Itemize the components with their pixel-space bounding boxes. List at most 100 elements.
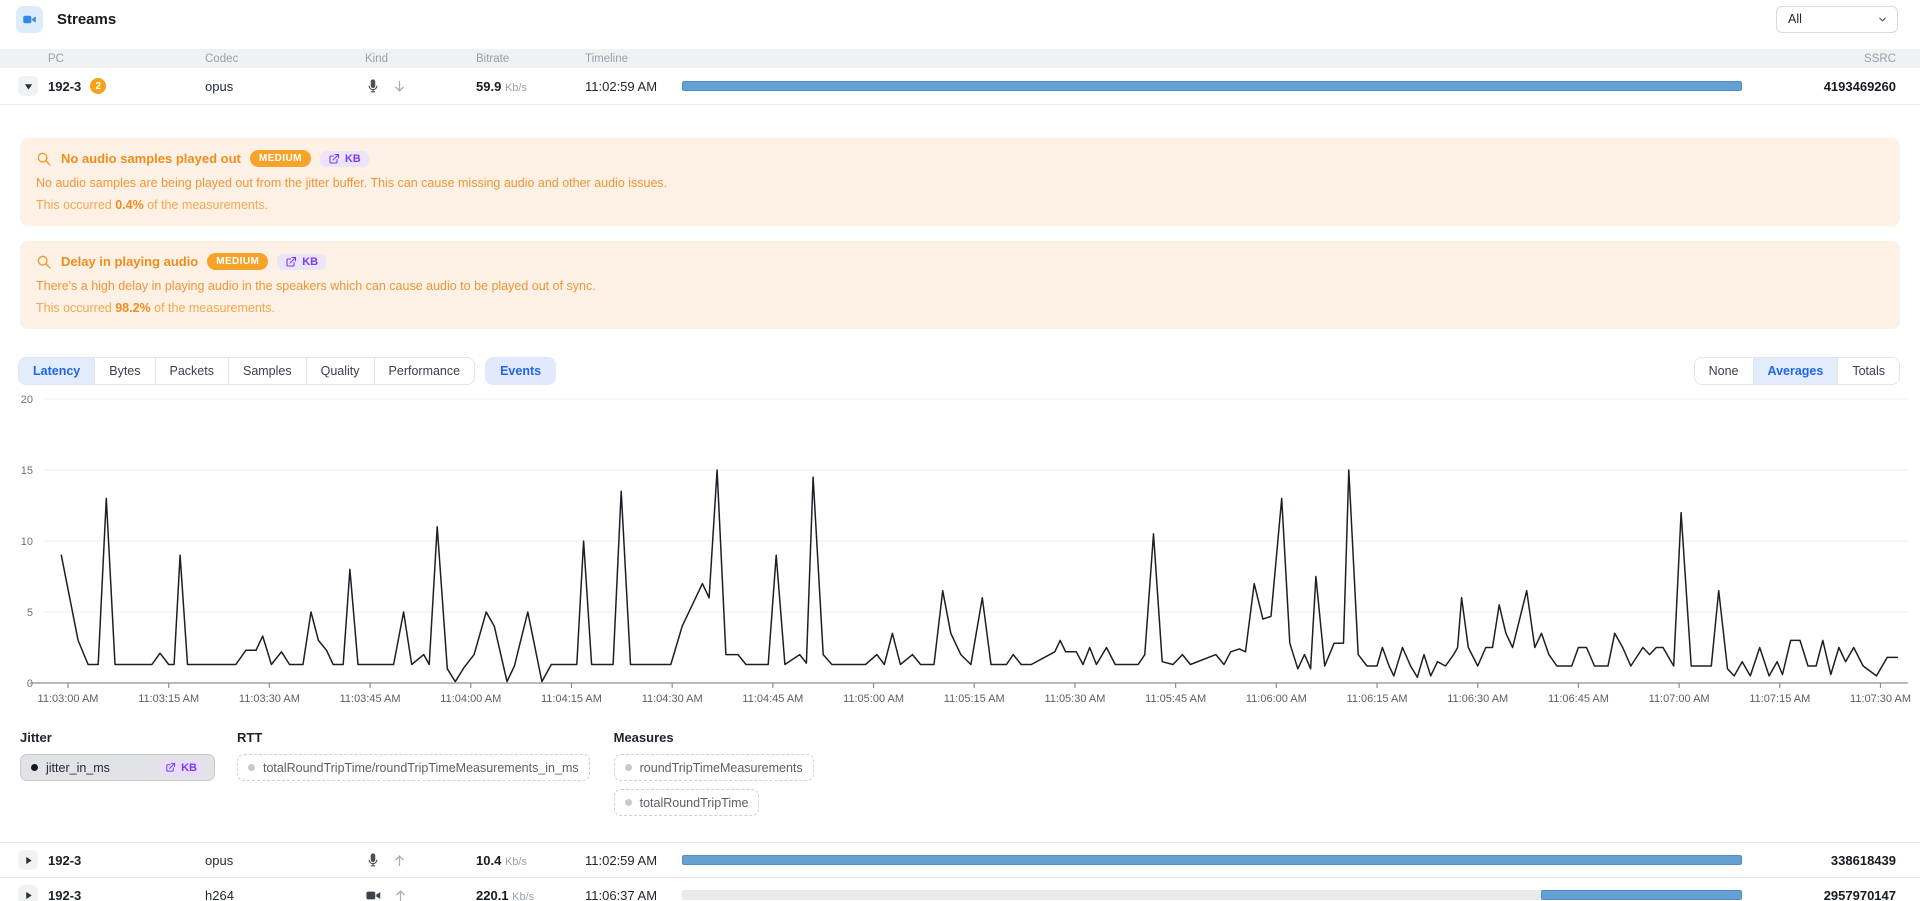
kb-link[interactable]: KB xyxy=(158,760,204,776)
issue-card-no-audio-samples: No audio samples played out MEDIUM KB No… xyxy=(20,138,1900,226)
arrow-up-icon xyxy=(392,853,407,868)
arrow-up-icon xyxy=(393,888,408,901)
legend-chip-total-round-trip-time-ratio[interactable]: totalRoundTripTime/roundTripTimeMeasurem… xyxy=(237,754,590,781)
svg-text:11:03:15 AM: 11:03:15 AM xyxy=(138,693,199,705)
kb-link-label: KB xyxy=(181,762,197,774)
issue-title: Delay in playing audio xyxy=(61,254,198,269)
share-icon xyxy=(165,762,176,773)
events-toggle-button[interactable]: Events xyxy=(485,357,556,385)
microphone-icon xyxy=(365,78,381,94)
tab-packets[interactable]: Packets xyxy=(155,358,228,384)
legend-chip-round-trip-time-measurements[interactable]: roundTripTimeMeasurements xyxy=(614,754,814,781)
svg-text:11:03:30 AM: 11:03:30 AM xyxy=(239,693,300,705)
kb-link-label: KB xyxy=(302,256,318,268)
codec-label: opus xyxy=(205,853,365,868)
issue-description: There's a high delay in playing audio in… xyxy=(36,278,1882,294)
svg-text:11:06:30 AM: 11:06:30 AM xyxy=(1447,693,1508,705)
occurrence-percent: 0.4% xyxy=(115,198,144,212)
svg-text:11:05:00 AM: 11:05:00 AM xyxy=(843,693,904,705)
share-icon xyxy=(285,256,297,268)
timeline-start-time: 11:06:37 AM xyxy=(585,888,682,901)
issue-occurrence: This occurred 0.4% of the measurements. xyxy=(36,197,1882,213)
codec-label: opus xyxy=(205,79,365,94)
table-header: PC Codec Kind Bitrate Timeline SSRC xyxy=(0,49,1920,68)
pc-label: 192-3 xyxy=(48,79,81,94)
toggle-averages[interactable]: Averages xyxy=(1753,358,1838,384)
bitrate-unit: Kb/s xyxy=(512,891,534,901)
legend-chip-total-round-trip-time[interactable]: totalRoundTripTime xyxy=(614,789,760,816)
timeline-bar xyxy=(682,890,1742,900)
series-dot xyxy=(31,764,38,771)
severity-badge: MEDIUM xyxy=(250,150,311,167)
stream-row[interactable]: 192-3 h264 220.1 Kb/s 11:06:37 AM 295797… xyxy=(0,878,1920,901)
legend-group-jitter: Jitter jitter_in_ms KB xyxy=(20,730,215,781)
toggle-none[interactable]: None xyxy=(1695,358,1753,384)
arrow-down-icon xyxy=(392,79,407,94)
stream-filter-value: All xyxy=(1788,12,1802,26)
expand-row-button[interactable] xyxy=(18,850,38,870)
svg-text:11:04:15 AM: 11:04:15 AM xyxy=(541,693,602,705)
pc-label: 192-3 xyxy=(48,853,81,868)
issue-description: No audio samples are being played out fr… xyxy=(36,175,1882,191)
svg-text:0: 0 xyxy=(27,678,33,690)
legend-heading-jitter: Jitter xyxy=(20,730,215,745)
aggregate-toggle: NoneAveragesTotals xyxy=(1694,357,1900,385)
legend-chip-label: totalRoundTripTime/roundTripTimeMeasurem… xyxy=(263,761,579,775)
svg-text:11:05:45 AM: 11:05:45 AM xyxy=(1145,693,1206,705)
svg-text:11:03:45 AM: 11:03:45 AM xyxy=(340,693,401,705)
page-title: Streams xyxy=(57,11,116,28)
svg-text:11:04:45 AM: 11:04:45 AM xyxy=(742,693,803,705)
video-camera-icon xyxy=(365,887,382,901)
svg-text:11:06:00 AM: 11:06:00 AM xyxy=(1246,693,1307,705)
column-header-pc: PC xyxy=(48,53,205,65)
tab-quality[interactable]: Quality xyxy=(306,358,374,384)
bitrate-value: 10.4 xyxy=(476,853,501,868)
column-header-ssrc: SSRC xyxy=(1742,53,1896,65)
magnifier-icon xyxy=(36,254,52,270)
svg-text:11:07:30 AM: 11:07:30 AM xyxy=(1850,693,1911,705)
legend-chip-jitter-in-ms[interactable]: jitter_in_ms KB xyxy=(20,754,215,781)
microphone-icon xyxy=(365,852,381,868)
column-header-timeline: Timeline xyxy=(585,53,682,65)
timeline-start-time: 11:02:59 AM xyxy=(585,79,682,94)
legend-chip-label: jitter_in_ms xyxy=(46,761,150,775)
kb-link[interactable]: KB xyxy=(277,254,326,270)
series-dot xyxy=(625,799,632,806)
series-dot xyxy=(625,764,632,771)
tab-performance[interactable]: Performance xyxy=(374,358,475,384)
svg-text:11:06:15 AM: 11:06:15 AM xyxy=(1347,693,1408,705)
toggle-totals[interactable]: Totals xyxy=(1837,358,1899,384)
share-icon xyxy=(328,153,340,165)
issues-count-badge: 2 xyxy=(90,78,106,94)
ssrc-value: 338618439 xyxy=(1742,853,1896,868)
expand-row-button[interactable] xyxy=(18,885,38,901)
legend-chip-label: roundTripTimeMeasurements xyxy=(640,761,803,775)
stream-filter-select[interactable]: All xyxy=(1776,6,1898,33)
collapse-row-button[interactable] xyxy=(18,76,38,96)
stream-row-expanded[interactable]: 192-3 2 opus 59.9 Kb/s 11:02:59 AM 41934… xyxy=(0,68,1920,105)
svg-text:11:04:30 AM: 11:04:30 AM xyxy=(642,693,703,705)
bitrate-value: 59.9 xyxy=(476,79,501,94)
tab-latency[interactable]: Latency xyxy=(19,358,94,384)
svg-text:11:07:00 AM: 11:07:00 AM xyxy=(1649,693,1710,705)
severity-badge: MEDIUM xyxy=(207,253,268,270)
series-dot xyxy=(248,764,255,771)
tab-samples[interactable]: Samples xyxy=(228,358,306,384)
tab-bytes[interactable]: Bytes xyxy=(94,358,154,384)
codec-label: h264 xyxy=(205,888,365,901)
column-header-kind: Kind xyxy=(365,53,476,65)
kb-link[interactable]: KB xyxy=(320,151,369,167)
stream-row[interactable]: 192-3 opus 10.4 Kb/s 11:02:59 AM 3386184… xyxy=(0,843,1920,878)
other-streams: 192-3 opus 10.4 Kb/s 11:02:59 AM 3386184… xyxy=(0,842,1920,901)
svg-text:15: 15 xyxy=(21,465,33,477)
kb-link-label: KB xyxy=(345,153,361,165)
issue-card-delay-playing-audio: Delay in playing audio MEDIUM KB There's… xyxy=(20,241,1900,329)
legend-chip-label: totalRoundTripTime xyxy=(640,796,749,810)
svg-text:11:06:45 AM: 11:06:45 AM xyxy=(1548,693,1609,705)
bitrate-unit: Kb/s xyxy=(505,82,527,94)
magnifier-icon xyxy=(36,151,52,167)
triangle-down-icon xyxy=(24,82,33,91)
jitter-line-chart: 0510152011:03:00 AM11:03:15 AM11:03:30 A… xyxy=(0,389,1920,719)
svg-text:11:07:15 AM: 11:07:15 AM xyxy=(1749,693,1810,705)
ssrc-value: 2957970147 xyxy=(1742,888,1896,901)
